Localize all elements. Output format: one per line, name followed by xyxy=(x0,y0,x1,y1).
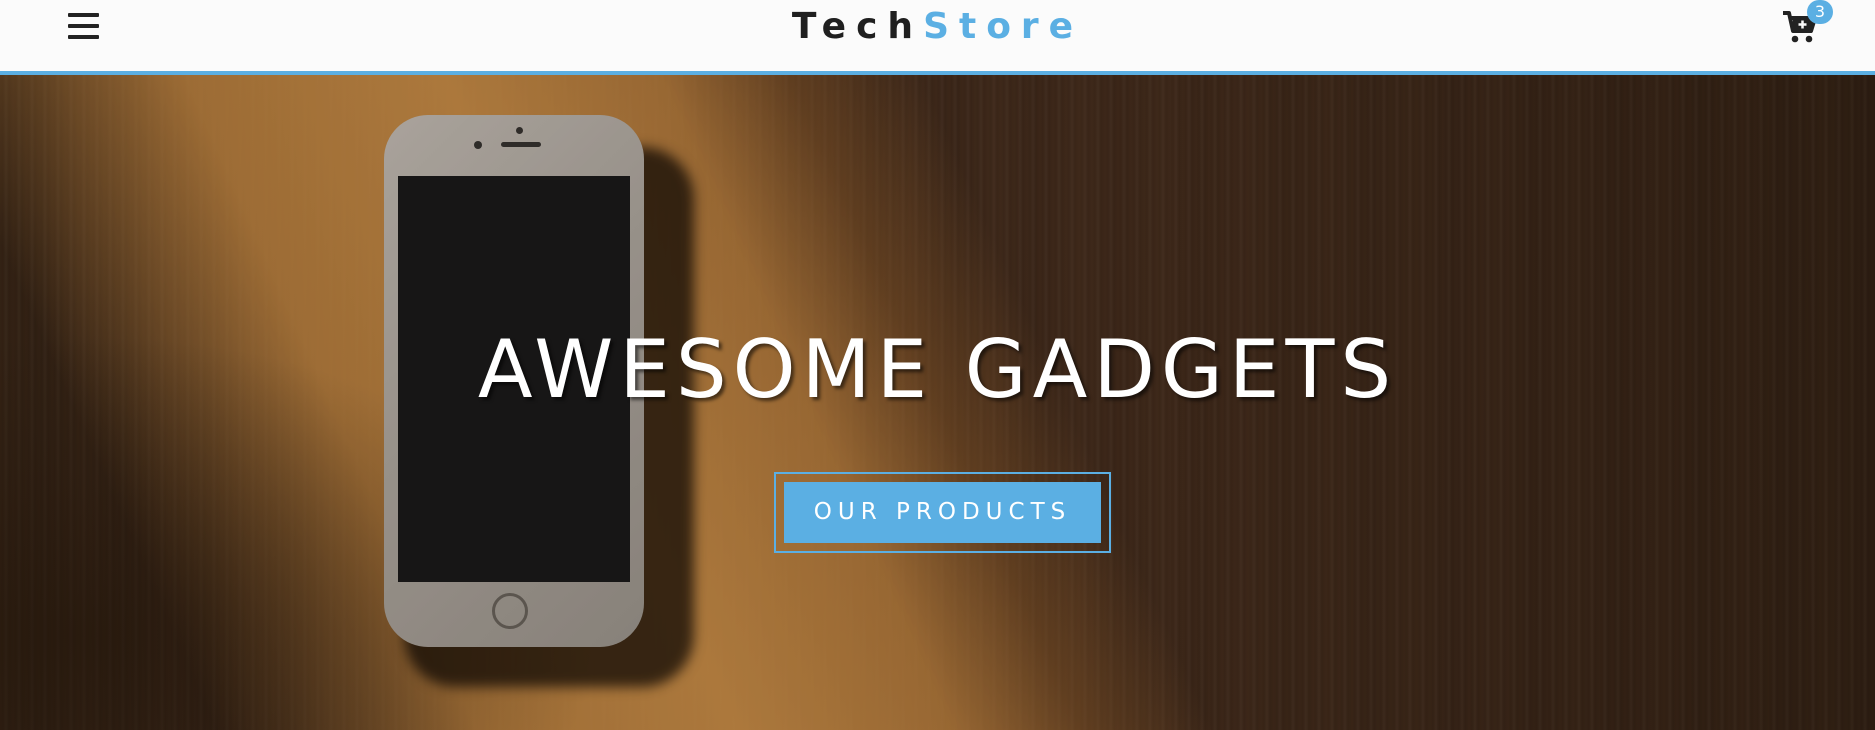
cart-button[interactable]: 3 xyxy=(1778,0,1833,50)
cart-count-badge: 3 xyxy=(1807,0,1833,24)
top-navbar: TechStore 3 xyxy=(0,0,1875,75)
brand-name-accent: Store xyxy=(923,6,1084,47)
our-products-button[interactable]: OUR PRODUCTS xyxy=(784,482,1101,543)
brand-logo[interactable]: TechStore xyxy=(0,4,1875,50)
brand-name-primary: Tech xyxy=(791,6,924,47)
hero-title: AWESOME GADGETS xyxy=(477,323,1398,416)
